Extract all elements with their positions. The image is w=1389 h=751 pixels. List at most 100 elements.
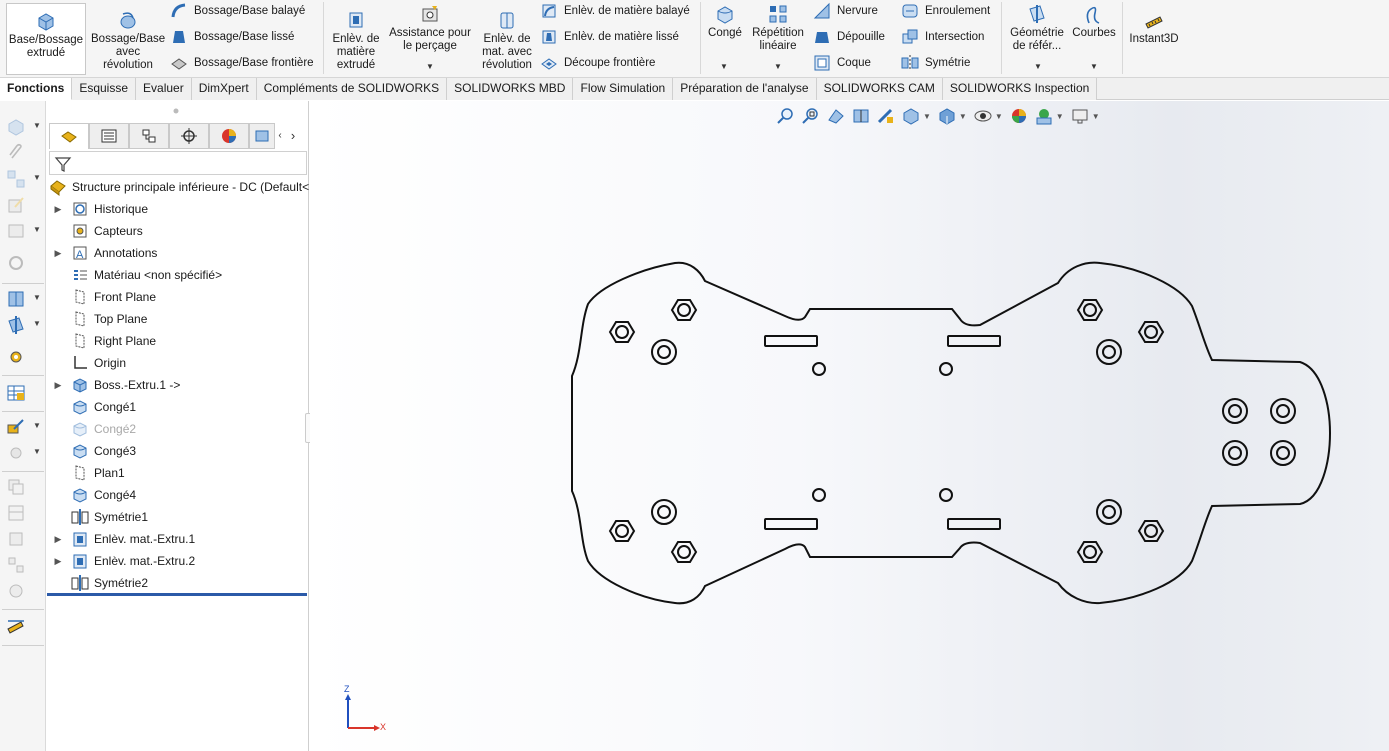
dropdown-icon[interactable]: ▼ [33,319,41,328]
expand-arrow-icon[interactable]: ▶ [51,248,65,259]
gear-icon[interactable] [6,443,26,463]
tab-fonctions[interactable]: Fonctions [0,78,73,100]
tab-flow-simulation[interactable]: Flow Simulation [573,78,674,100]
filter-icon[interactable] [54,155,72,173]
expand-arrow-icon[interactable]: ▶ [51,534,65,545]
tab-cam[interactable]: SOLIDWORKS CAM [816,78,943,100]
tab-preparation-analyse[interactable]: Préparation de l'analyse [673,78,817,100]
part-model[interactable] [310,101,1389,751]
graphics-area[interactable]: ▼ ▼ ▼ ▼ ▼ Z X [310,101,1389,751]
tab-dimxpert[interactable]: DimXpert [191,78,257,100]
pattern-icon[interactable] [6,169,26,189]
rotate-icon[interactable] [6,253,26,273]
hole-wizard-dropdown-icon[interactable]: ▼ [426,62,434,71]
tree-root-label: Structure principale inférieure - DC (De… [72,180,310,194]
tree-item-label: Enlèv. mat.-Extru.1 [94,532,196,546]
sketch-icon[interactable] [6,417,26,437]
stack-icon[interactable] [6,529,26,549]
edit-feature-icon[interactable] [6,195,26,215]
small-hole [812,362,826,376]
lofted-boss-button[interactable]: Bossage/Base lissé [170,26,294,48]
lofted-boss-icon [173,31,185,43]
swept-boss-button[interactable]: Bossage/Base balayé [170,0,305,22]
tree-item[interactable]: Matériau <non spécifié> [51,264,313,286]
reference-geometry-icon[interactable] [6,315,26,335]
dimxpert-manager-tab[interactable] [169,123,209,149]
extruded-cut-button[interactable]: Enlèv. de matière extrudé [328,3,384,75]
shell-button[interactable]: Coque [813,52,871,74]
feature-tree-tab[interactable] [49,123,89,149]
fillet-dropdown-icon[interactable]: ▼ [720,62,728,71]
dropdown-icon[interactable]: ▼ [33,121,41,130]
expand-arrow-icon[interactable]: ▶ [51,380,65,391]
tree-item[interactable]: Congé2 [51,418,313,440]
mirror-button[interactable]: Symétrie [901,52,970,74]
boundary-cut-button[interactable]: Découpe frontière [540,52,655,74]
cam-manager-tab[interactable] [249,123,275,149]
curves-dropdown-icon[interactable]: ▼ [1090,62,1098,71]
reference-geometry-dropdown-icon[interactable]: ▼ [1034,62,1042,71]
instant3d-button[interactable]: Instant3D [1126,3,1182,75]
tree-item[interactable]: Origin [51,352,313,374]
tab-inspection[interactable]: SOLIDWORKS Inspection [942,78,1098,100]
tree-item[interactable]: Capteurs [51,220,313,242]
tree-item[interactable]: Congé1 [51,396,313,418]
display-manager-tab[interactable] [209,123,249,149]
tree-item[interactable]: Congé4 [51,484,313,506]
pattern-icon[interactable] [6,555,26,575]
tab-scroll-right-icon[interactable]: › [285,123,301,149]
tree-item[interactable]: ▶ Historique [51,198,313,220]
tree-item[interactable]: Symétrie1 [51,506,313,528]
expand-arrow-icon[interactable]: ▶ [51,556,65,567]
revolved-cut-button[interactable]: Enlèv. de mat. avec révolution [478,3,536,75]
tree-item[interactable]: Front Plane [51,286,313,308]
tree-item[interactable]: ▶ Boss.-Extru.1 -> [51,374,313,396]
gear-icon[interactable] [6,581,26,601]
dropdown-icon[interactable]: ▼ [33,421,41,430]
grip-icon[interactable] [171,106,181,116]
tab-complements[interactable]: Compléments de SOLIDWORKS [256,78,448,100]
dropdown-icon[interactable]: ▼ [33,173,41,182]
dropdown-icon[interactable]: ▼ [33,293,41,302]
assembly-icon[interactable] [6,289,26,309]
expand-arrow-icon[interactable]: ▶ [51,204,65,215]
boundary-boss-button[interactable]: Bossage/Base frontière [170,52,314,74]
tree-item[interactable]: Top Plane [51,308,313,330]
instant3d-icon[interactable] [6,615,26,635]
draft-button[interactable]: Dépouille [813,26,885,48]
wrap-button[interactable]: Enroulement [901,0,990,22]
extruded-boss-button[interactable]: Base/Bossage extrudé [6,3,86,75]
tab-mbd[interactable]: SOLIDWORKS MBD [447,78,574,100]
tree-item[interactable]: Right Plane [51,330,313,352]
tree-item[interactable]: ▶ Enlèv. mat.-Extru.1 [51,528,313,550]
copy-icon[interactable] [6,477,26,497]
rib-button[interactable]: Nervure [813,0,878,22]
fillet-icon [717,6,733,24]
tree-root[interactable]: Structure principale inférieure - DC (De… [49,176,311,198]
dropdown-icon[interactable]: ▼ [33,447,41,456]
tree-filter-bar[interactable] [49,151,307,175]
lofted-cut-button[interactable]: Enlèv. de matière lissé [540,26,679,48]
dropdown-icon[interactable]: ▼ [33,225,41,234]
tree-item[interactable]: ▶ Enlèv. mat.-Extru.2 [51,550,313,572]
intersect-button[interactable]: Intersection [901,26,984,48]
revolved-boss-button[interactable]: Bossage/Base avec révolution [90,3,166,75]
tab-scroll-left-icon[interactable]: ‹ [275,123,285,149]
box-icon[interactable] [6,221,26,241]
gear-icon[interactable] [6,347,26,367]
tab-esquisse[interactable]: Esquisse [72,78,137,100]
tab-evaluer[interactable]: Evaluer [136,78,192,100]
configuration-manager-tab[interactable] [129,123,169,149]
property-manager-tab[interactable] [89,123,129,149]
extruded-boss-icon[interactable] [6,117,26,137]
tree-item[interactable]: Symétrie2 [51,572,313,594]
table-icon[interactable] [6,383,26,403]
tree-item[interactable]: Plan1 [51,462,313,484]
tree-item[interactable]: Congé3 [51,440,313,462]
swept-cut-button[interactable]: Enlèv. de matière balayé [540,0,690,22]
tree-item[interactable]: ▶ A Annotations [51,242,313,264]
layout-icon[interactable] [6,503,26,523]
paperclip-icon[interactable] [6,143,26,163]
linear-pattern-dropdown-icon[interactable]: ▼ [774,62,782,71]
rollback-bar[interactable] [47,593,307,596]
